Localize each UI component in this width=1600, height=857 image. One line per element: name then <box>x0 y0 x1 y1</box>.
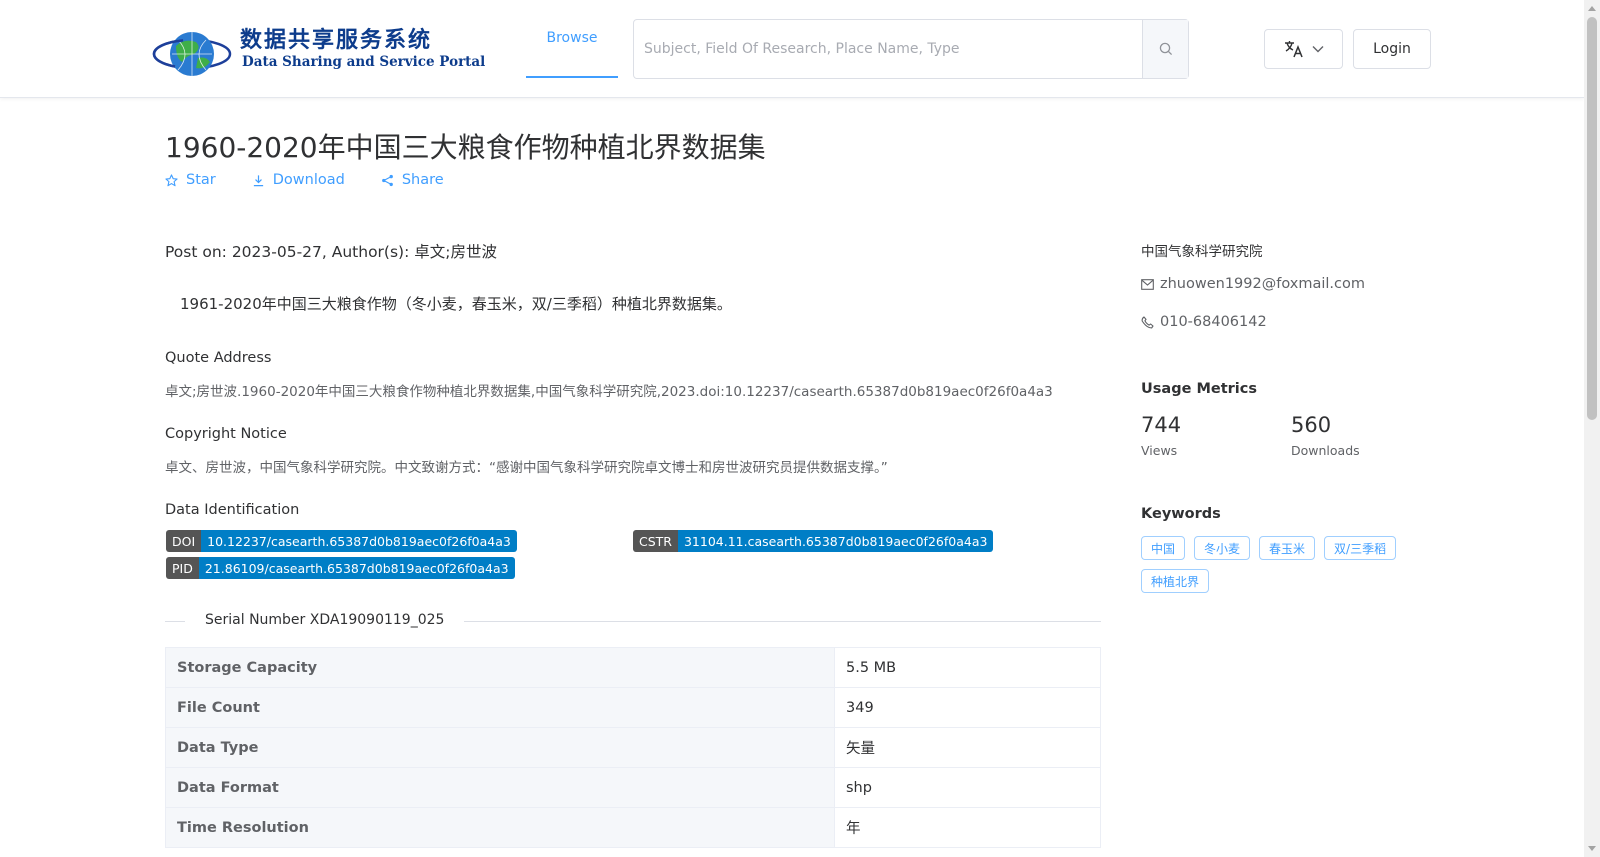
search-input[interactable] <box>634 20 1142 78</box>
pid-badge[interactable]: PID 21.86109/casearth.65387d0b819aec0f26… <box>166 557 515 579</box>
download-button[interactable]: Download <box>252 172 345 188</box>
views-count: 744 <box>1141 413 1182 437</box>
cstr-badge-key: CSTR <box>633 530 678 552</box>
table-row: Data Format shp <box>165 767 1101 808</box>
cstr-badge[interactable]: CSTR 31104.11.casearth.65387d0b819aec0f2… <box>633 530 994 552</box>
usage-metrics-heading: Usage Metrics <box>1141 381 1257 397</box>
table-key: File Count <box>165 687 835 728</box>
search-box <box>633 19 1189 79</box>
copyright-text: 卓文、房世波，中国气象科学研究院。中文致谢方式：“感谢中国气象科学研究院卓文博士… <box>165 460 888 476</box>
table-value: 矢量 <box>834 727 1101 768</box>
table-value: 5.5 MB <box>834 647 1101 688</box>
pid-badge-value: 21.86109/casearth.65387d0b819aec0f26f0a4… <box>198 557 515 579</box>
keywords-heading: Keywords <box>1141 506 1221 522</box>
quote-address-text: 卓文;房世波.1960-2020年中国三大粮食作物种植北界数据集,中国气象科学研… <box>165 384 1053 400</box>
contact-phone: 010-68406142 <box>1141 314 1267 330</box>
keyword-tag[interactable]: 冬小麦 <box>1194 536 1251 560</box>
cstr-badge-value: 31104.11.casearth.65387d0b819aec0f26f0a4… <box>677 530 994 552</box>
globe-logo-icon <box>152 32 232 76</box>
share-icon <box>381 174 393 186</box>
table-key: Storage Capacity <box>165 647 835 688</box>
table-row: Data Type 矢量 <box>165 727 1101 768</box>
star-button[interactable]: Star <box>165 172 216 188</box>
keyword-tag[interactable]: 种植北界 <box>1141 569 1210 593</box>
dataset-actions: Star Download Share <box>165 172 444 188</box>
translate-icon <box>1284 41 1303 58</box>
organization-name: 中国气象科学研究院 <box>1141 244 1263 260</box>
doi-badge[interactable]: DOI 10.12237/casearth.65387d0b819aec0f26… <box>166 530 517 552</box>
logo-title-cn: 数据共享服务系统 <box>240 27 433 53</box>
download-label: Download <box>272 172 345 188</box>
views-label: Views <box>1141 443 1178 458</box>
table-key: Data Type <box>165 727 835 768</box>
keyword-tag[interactable]: 中国 <box>1141 536 1186 560</box>
table-value: 349 <box>834 687 1101 728</box>
star-icon <box>165 173 178 186</box>
login-button[interactable]: Login <box>1353 29 1431 69</box>
keywords-list: 中国 冬小麦 春玉米 双/三季稻 种植北界 <box>1141 536 1421 593</box>
dataset-info-table: Storage Capacity 5.5 MB File Count 349 D… <box>165 647 1101 848</box>
share-button[interactable]: Share <box>381 172 444 188</box>
serial-number: Serial Number XDA19090119_025 <box>185 612 465 628</box>
keyword-tag[interactable]: 春玉米 <box>1259 536 1316 560</box>
nav-browse-tab[interactable]: Browse <box>526 0 618 78</box>
downloads-label: Downloads <box>1291 443 1360 458</box>
copyright-label: Copyright Notice <box>165 426 287 442</box>
share-label: Share <box>401 172 444 188</box>
doi-badge-key: DOI <box>166 530 202 552</box>
scroll-down-arrow-icon[interactable] <box>1588 846 1596 851</box>
phone-text: 010-68406142 <box>1160 314 1267 330</box>
scroll-up-arrow-icon[interactable] <box>1588 6 1596 11</box>
downloads-count: 560 <box>1291 413 1332 437</box>
page-scrollbar[interactable] <box>1584 0 1600 857</box>
post-info: Post on: 2023-05-27, Author(s): 卓文;房世波 <box>165 243 497 261</box>
logo-title-en: Data Sharing and Service Portal <box>242 54 486 70</box>
keyword-tag[interactable]: 双/三季稻 <box>1324 536 1397 560</box>
search-icon <box>1159 42 1172 56</box>
site-logo[interactable]: 数据共享服务系统 Data Sharing and Service Portal <box>152 18 485 80</box>
table-key: Time Resolution <box>165 807 835 848</box>
table-value: 年 <box>834 807 1101 848</box>
table-row: Storage Capacity 5.5 MB <box>165 647 1101 688</box>
table-value: shp <box>834 767 1101 808</box>
email-text: zhuowen1992@foxmail.com <box>1160 276 1365 292</box>
contact-email[interactable]: zhuowen1992@foxmail.com <box>1141 276 1365 292</box>
star-label: Star <box>186 172 216 188</box>
doi-badge-value: 10.12237/casearth.65387d0b819aec0f26f0a4… <box>201 530 517 552</box>
download-icon <box>253 174 263 186</box>
quote-address-label: Quote Address <box>165 350 272 366</box>
dataset-title: 1960-2020年中国三大粮食作物种植北界数据集 <box>165 131 766 164</box>
chevron-down-icon <box>1312 46 1323 53</box>
scrollbar-thumb[interactable] <box>1587 17 1597 420</box>
mail-icon <box>1141 278 1154 290</box>
table-row: File Count 349 <box>165 687 1101 728</box>
language-selector-button[interactable] <box>1264 29 1343 69</box>
search-button[interactable] <box>1142 20 1188 78</box>
data-identification-label: Data Identification <box>165 502 300 518</box>
table-row: Time Resolution 年 <box>165 807 1101 848</box>
pid-badge-key: PID <box>166 557 199 579</box>
phone-icon <box>1141 315 1154 329</box>
top-header: 数据共享服务系统 Data Sharing and Service Portal… <box>0 0 1584 98</box>
table-key: Data Format <box>165 767 835 808</box>
dataset-summary: 1961-2020年中国三大粮食作物（冬小麦，春玉米，双/三季稻）种植北界数据集… <box>180 295 732 313</box>
